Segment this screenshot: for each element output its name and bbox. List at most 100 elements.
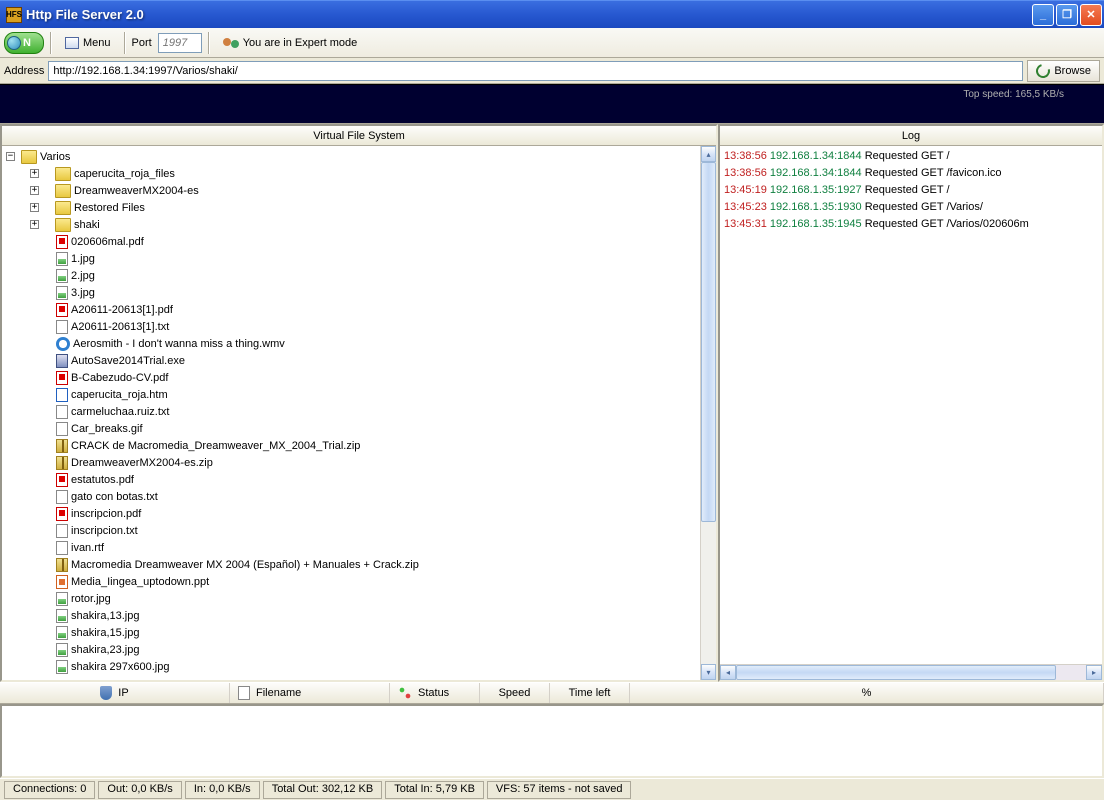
scroll-thumb-h[interactable] xyxy=(736,665,1056,680)
minimize-button[interactable]: _ xyxy=(1032,4,1054,26)
tree-label: estatutos.pdf xyxy=(71,474,134,486)
tree-row[interactable]: Media_Iingea_uptodown.ppt xyxy=(2,573,700,590)
status-vfs: VFS: 57 items - not saved xyxy=(487,781,632,799)
vfs-tree[interactable]: −Varios+caperucita_roja_files+Dreamweave… xyxy=(2,146,700,680)
pdf-icon xyxy=(56,507,68,521)
tree-row[interactable]: carmeluchaa.ruiz.txt xyxy=(2,403,700,420)
tree-label: DreamweaverMX2004-es xyxy=(74,185,199,197)
log-message: Requested GET /Varios/ xyxy=(865,201,983,213)
tree-row[interactable]: Aerosmith - I don't wanna miss a thing.w… xyxy=(2,335,700,352)
tree-row[interactable]: estatutos.pdf xyxy=(2,471,700,488)
maximize-button[interactable]: ❐ xyxy=(1056,4,1078,26)
menu-button[interactable]: Menu xyxy=(58,32,118,54)
tree-row[interactable]: Car_breaks.gif xyxy=(2,420,700,437)
address-bar: Address Browse xyxy=(0,58,1104,84)
log-content[interactable]: 13:38:56 192.168.1.34:1844 Requested GET… xyxy=(720,146,1102,664)
col-ip[interactable]: IP xyxy=(0,683,230,703)
expert-label: You are in Expert mode xyxy=(243,37,358,49)
tree-row[interactable]: −Varios xyxy=(2,148,700,165)
tree-label: 2.jpg xyxy=(71,270,95,282)
browse-button[interactable]: Browse xyxy=(1027,60,1100,82)
log-time: 13:45:31 xyxy=(724,218,767,230)
tree-row[interactable]: A20611-20613[1].pdf xyxy=(2,301,700,318)
tree-row[interactable]: A20611-20613[1].txt xyxy=(2,318,700,335)
window-titlebar: HFS Http File Server 2.0 _ ❐ ✕ xyxy=(0,0,1104,28)
menu-label: Menu xyxy=(83,37,111,49)
tree-row[interactable]: gato con botas.txt xyxy=(2,488,700,505)
tree-row[interactable]: ivan.rtf xyxy=(2,539,700,556)
browse-icon xyxy=(1034,61,1053,80)
col-filename[interactable]: Filename xyxy=(230,683,390,703)
tree-row[interactable]: CRACK de Macromedia_Dreamweaver_MX_2004_… xyxy=(2,437,700,454)
img-icon xyxy=(56,592,68,606)
vfs-scrollbar[interactable]: ▴ ▾ xyxy=(700,146,716,680)
transfer-columns: IP Filename Status Speed Time left % xyxy=(0,682,1104,704)
tree-row[interactable]: B-Cabezudo-CV.pdf xyxy=(2,369,700,386)
col-status[interactable]: Status xyxy=(390,683,480,703)
scroll-left-button[interactable]: ◂ xyxy=(720,665,736,680)
port-input[interactable] xyxy=(158,33,202,53)
tree-row[interactable]: AutoSave2014Trial.exe xyxy=(2,352,700,369)
expand-toggle[interactable]: + xyxy=(30,203,39,212)
collapse-toggle[interactable]: − xyxy=(6,152,15,161)
tree-label: A20611-20613[1].txt xyxy=(71,321,169,333)
col-timeleft[interactable]: Time left xyxy=(550,683,630,703)
tree-label: ivan.rtf xyxy=(71,542,104,554)
vfs-panel: Virtual File System −Varios+caperucita_r… xyxy=(0,124,718,682)
tree-row[interactable]: shakira,13.jpg xyxy=(2,607,700,624)
tree-label: gato con botas.txt xyxy=(71,491,158,503)
tree-label: shaki xyxy=(74,219,100,231)
tree-label: Aerosmith - I don't wanna miss a thing.w… xyxy=(73,338,285,350)
tree-row[interactable]: rotor.jpg xyxy=(2,590,700,607)
folder-icon xyxy=(55,167,71,181)
tree-row[interactable]: +Restored Files xyxy=(2,199,700,216)
expand-toggle[interactable]: + xyxy=(30,186,39,195)
log-scrollbar[interactable]: ◂ ▸ xyxy=(720,664,1102,680)
log-line: 13:45:19 192.168.1.35:1927 Requested GET… xyxy=(724,182,1098,199)
scroll-up-button[interactable]: ▴ xyxy=(701,146,716,162)
users-icon xyxy=(223,36,239,50)
log-time: 13:38:56 xyxy=(724,167,767,179)
server-on-toggle[interactable]: N xyxy=(4,32,44,54)
close-button[interactable]: ✕ xyxy=(1080,4,1102,26)
tree-row[interactable]: 020606mal.pdf xyxy=(2,233,700,250)
tree-label: Macromedia Dreamweaver MX 2004 (Español)… xyxy=(71,559,419,571)
page-icon xyxy=(238,686,250,700)
tree-row[interactable]: 1.jpg xyxy=(2,250,700,267)
tree-row[interactable]: + DreamweaverMX2004-es xyxy=(2,182,700,199)
tree-row[interactable]: + shaki xyxy=(2,216,700,233)
expand-toggle[interactable]: + xyxy=(30,169,39,178)
address-input[interactable] xyxy=(48,61,1023,81)
tree-row[interactable]: +caperucita_roja_files xyxy=(2,165,700,182)
address-label: Address xyxy=(4,65,44,77)
tree-row[interactable]: shakira,15.jpg xyxy=(2,624,700,641)
expert-mode-indicator[interactable]: You are in Expert mode xyxy=(216,32,365,54)
scroll-right-button[interactable]: ▸ xyxy=(1086,665,1102,680)
gif-icon xyxy=(56,422,68,436)
tree-row[interactable]: caperucita_roja.htm xyxy=(2,386,700,403)
scroll-thumb[interactable] xyxy=(701,162,716,522)
folder-icon xyxy=(21,150,37,164)
tree-row[interactable]: 3.jpg xyxy=(2,284,700,301)
tree-row[interactable]: 2.jpg xyxy=(2,267,700,284)
log-message: Requested GET /favicon.ico xyxy=(865,167,1002,179)
log-message: Requested GET / xyxy=(865,184,950,196)
col-speed[interactable]: Speed xyxy=(480,683,550,703)
tree-row[interactable]: Macromedia Dreamweaver MX 2004 (Español)… xyxy=(2,556,700,573)
scroll-down-button[interactable]: ▾ xyxy=(701,664,716,680)
transfer-list[interactable] xyxy=(0,704,1104,778)
tree-row[interactable]: inscripcion.pdf xyxy=(2,505,700,522)
expand-toggle[interactable]: + xyxy=(30,220,39,229)
tree-row[interactable]: shakira 297x600.jpg xyxy=(2,658,700,675)
status-total-in: Total In: 5,79 KB xyxy=(385,781,484,799)
img-icon xyxy=(56,643,68,657)
exe-icon xyxy=(56,354,68,368)
folder-icon xyxy=(55,201,71,215)
tree-row[interactable]: shakira,23.jpg xyxy=(2,641,700,658)
tree-row[interactable]: inscripcion.txt xyxy=(2,522,700,539)
tree-row[interactable]: DreamweaverMX2004-es.zip xyxy=(2,454,700,471)
log-message: Requested GET / xyxy=(865,150,950,162)
tree-label: B-Cabezudo-CV.pdf xyxy=(71,372,168,384)
col-percent[interactable]: % xyxy=(630,683,1104,703)
txt-icon xyxy=(56,320,68,334)
